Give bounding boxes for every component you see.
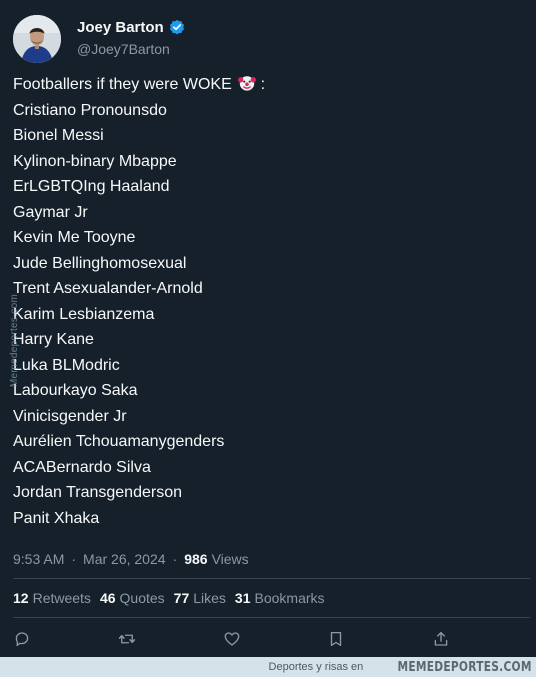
footer-watermark-bar: Deportes y risas en MEMEDEPORTES.COM bbox=[0, 657, 536, 677]
tweet-intro-suffix: : bbox=[260, 76, 266, 93]
author-info: Joey Barton @Joey7Barton bbox=[77, 17, 186, 57]
retweet-button[interactable] bbox=[116, 628, 138, 650]
side-watermark: Memedeportes.com bbox=[5, 285, 25, 395]
footer-brand: MEMEDEPORTES.COM bbox=[397, 659, 532, 675]
tweet-meta: 9:53 AM · Mar 26, 2024 · 986 Views bbox=[13, 550, 249, 568]
action-bar bbox=[0, 628, 536, 650]
stat-quotes[interactable]: 46 Quotes bbox=[100, 590, 165, 606]
bookmark-button[interactable] bbox=[325, 628, 347, 650]
bookmark-icon bbox=[330, 631, 342, 647]
like-icon bbox=[224, 632, 240, 646]
handle[interactable]: @Joey7Barton bbox=[77, 41, 186, 57]
tweet-line: Bionel Messi bbox=[13, 127, 104, 144]
stat-bookmarks[interactable]: 31 Bookmarks bbox=[235, 590, 325, 606]
tweet-intro: Footballers if they were WOKE bbox=[13, 76, 232, 93]
divider bbox=[13, 617, 530, 618]
stat-label: Likes bbox=[193, 590, 226, 606]
clown-face-icon bbox=[238, 76, 257, 91]
footer-tagline: Deportes y risas en bbox=[268, 661, 364, 673]
tweet-line: Kylinon-binary Mbappe bbox=[13, 152, 177, 170]
stat-label: Retweets bbox=[32, 590, 91, 606]
stat-label: Quotes bbox=[119, 590, 165, 606]
reply-icon bbox=[15, 632, 29, 647]
tweet-line: ErLGBTQIng Haaland bbox=[13, 178, 170, 195]
tweet-line: Luka BLModric bbox=[13, 356, 120, 374]
tweet-card: Joey Barton @Joey7Barton Footballers if … bbox=[0, 0, 536, 657]
tweet-line: Kevin Me Tooyne bbox=[13, 229, 136, 246]
tweet-date[interactable]: Mar 26, 2024 bbox=[83, 551, 166, 567]
divider bbox=[13, 578, 530, 579]
share-icon bbox=[434, 631, 448, 646]
tweet-line: Karim Lesbianzema bbox=[13, 305, 155, 323]
stat-retweets[interactable]: 12 Retweets bbox=[13, 590, 91, 606]
like-button[interactable] bbox=[221, 628, 243, 650]
views-label: Views bbox=[211, 551, 249, 567]
meta-separator: · bbox=[172, 551, 178, 567]
tweet-line: Panit Xhaka bbox=[13, 509, 100, 527]
stat-count: 46 bbox=[99, 590, 116, 606]
tweet-line: Labourkayo Saka bbox=[13, 382, 138, 399]
verified-badge-icon bbox=[169, 19, 184, 35]
retweet-icon bbox=[118, 634, 136, 644]
reply-button[interactable] bbox=[11, 628, 33, 650]
tweet-line: ACABernardo Silva bbox=[13, 458, 151, 476]
stat-likes[interactable]: 77 Likes bbox=[174, 590, 226, 606]
tweet-intro-line: Footballers if they were WOKE : bbox=[13, 72, 513, 98]
avatar-image bbox=[13, 15, 61, 63]
display-name[interactable]: Joey Barton bbox=[77, 19, 164, 36]
views-count: 986 bbox=[184, 551, 208, 567]
side-watermark-text: Memedeportes.com bbox=[9, 293, 21, 387]
stat-label: Bookmarks bbox=[254, 590, 325, 606]
tweet-line: Cristiano Pronounsdo bbox=[13, 101, 167, 119]
avatar[interactable] bbox=[13, 15, 61, 63]
tweet-line: Aurélien Tchouamanygenders bbox=[13, 433, 225, 450]
tweet-line: Trent Asexualander-Arnold bbox=[13, 280, 203, 297]
meta-separator: · bbox=[71, 551, 77, 567]
tweet-line: Vinicisgender Jr bbox=[13, 407, 127, 425]
share-button[interactable] bbox=[430, 628, 452, 650]
tweet-line: Jude Bellinghomosexual bbox=[13, 254, 187, 272]
tweet-line: Gaymar Jr bbox=[13, 203, 88, 221]
stat-count: 31 bbox=[234, 590, 251, 606]
tweet-text: Footballers if they were WOKE : Cristian… bbox=[13, 72, 513, 531]
tweet-time[interactable]: 9:53 AM bbox=[13, 551, 64, 567]
tweet-line: Jordan Transgenderson bbox=[13, 484, 182, 501]
stat-count: 77 bbox=[173, 590, 190, 606]
stat-count: 12 bbox=[13, 590, 29, 606]
engagement-stats: 12 Retweets 46 Quotes 77 Likes 31 Bookmarks bbox=[13, 589, 334, 607]
tweet-line: Harry Kane bbox=[13, 331, 94, 348]
